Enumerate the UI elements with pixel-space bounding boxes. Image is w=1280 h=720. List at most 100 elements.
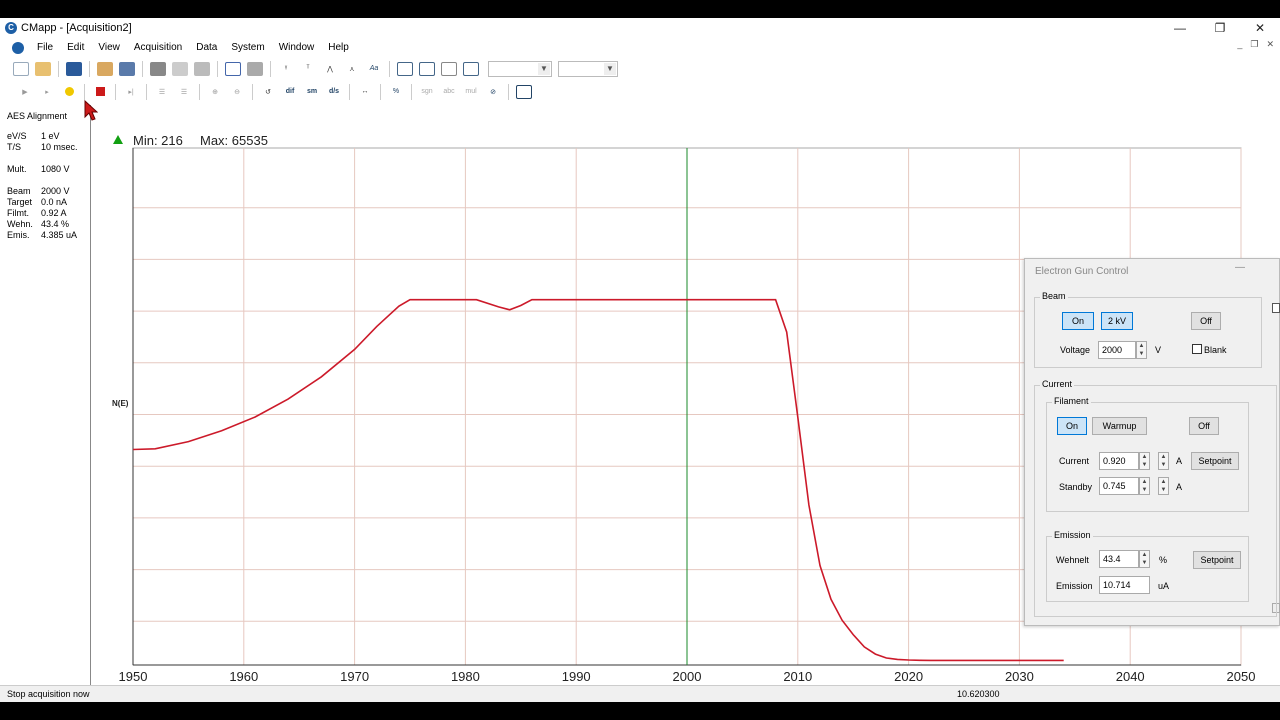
menu-file[interactable]: File <box>30 42 60 53</box>
app-window: C CMapp - [Acquisition2] — ❐ ✕ File Edit… <box>0 18 1280 702</box>
filament-on-button[interactable]: On <box>1057 417 1087 435</box>
copy-icon[interactable] <box>172 61 188 76</box>
calibrate-icon[interactable]: ⊘ <box>485 85 501 99</box>
current-label: Current <box>1059 456 1090 466</box>
filament-off-button[interactable]: Off <box>1189 417 1219 435</box>
info-row: eV/S 1 eV <box>7 131 60 141</box>
wehnelt-input[interactable]: 43.4 <box>1099 550 1139 568</box>
menu-help[interactable]: Help <box>321 42 356 53</box>
x-tick-label: 2010 <box>783 669 812 684</box>
title-bar: C CMapp - [Acquisition2] — ❐ ✕ <box>0 18 1280 38</box>
info-row: Filmt. 0.92 A <box>7 208 67 218</box>
save-icon[interactable] <box>66 61 82 76</box>
info-row: Target 0.0 nA <box>7 197 68 207</box>
current-fine-spinner[interactable]: ▲ ▼ <box>1158 452 1169 470</box>
shift-icon[interactable]: ↔ <box>357 85 373 99</box>
mdi-document-icon[interactable] <box>12 41 24 54</box>
filament-setpoint-button[interactable]: Setpoint <box>1191 452 1239 470</box>
menu-view[interactable]: View <box>91 42 127 53</box>
main-toolbar: ᵞ ᵀ ⋀ ⋏ Aa ▼ ▼ <box>0 57 1280 80</box>
export-icon[interactable] <box>119 61 135 76</box>
menu-system[interactable]: System <box>224 42 271 53</box>
image-icon[interactable] <box>419 61 435 76</box>
peak-fit-icon[interactable]: ⋏ <box>344 62 360 76</box>
layout-icon[interactable] <box>247 61 263 76</box>
abc-icon[interactable]: abc <box>441 85 457 99</box>
dialog-minimize-button[interactable]: — <box>1235 262 1245 273</box>
list-icon[interactable]: ☰ <box>154 85 170 99</box>
current-spinner[interactable]: ▲ ▼ <box>1139 452 1150 470</box>
zoom-out-icon[interactable]: ⊖ <box>229 85 245 99</box>
mdi-restore-button[interactable]: ❐ <box>1250 39 1258 50</box>
standby-fine-spinner[interactable]: ▲ ▼ <box>1158 477 1169 495</box>
info-row: Beam 2000 V <box>7 186 70 196</box>
mdi-minimize-button[interactable]: _ <box>1237 39 1242 50</box>
window-title: CMapp - [Acquisition2] <box>21 22 132 34</box>
stop-acquisition-icon[interactable] <box>92 85 108 99</box>
beam-off-button[interactable]: Off <box>1191 312 1221 330</box>
report-icon[interactable] <box>225 61 241 76</box>
y-axis-label: N(E) <box>112 399 129 408</box>
new-file-icon[interactable] <box>13 61 29 76</box>
peak-marker-icon[interactable]: ⋀ <box>322 62 338 76</box>
view-combo[interactable]: ▼ <box>488 60 552 77</box>
standby-spinner[interactable]: ▲ ▼ <box>1139 477 1150 495</box>
keyboard-icon[interactable] <box>516 84 532 99</box>
maximize-button[interactable]: ❐ <box>1200 18 1240 38</box>
beam-on-button[interactable]: On <box>1062 312 1094 330</box>
graph-icon[interactable] <box>397 61 413 76</box>
standby-input[interactable]: 0.745 <box>1099 477 1139 495</box>
blank-checkbox[interactable] <box>1192 344 1202 354</box>
open-folder-icon[interactable] <box>35 61 51 76</box>
filament-group-label: Filament <box>1052 396 1091 406</box>
ds-icon[interactable]: d/s <box>326 85 342 99</box>
wehnelt-spinner[interactable]: ▲ ▼ <box>1139 550 1150 568</box>
mul-icon[interactable]: mul <box>463 85 479 99</box>
list2-icon[interactable]: ☰ <box>176 85 192 99</box>
menu-window[interactable]: Window <box>272 42 322 53</box>
menu-edit[interactable]: Edit <box>60 42 91 53</box>
start-play-icon[interactable]: ▶ <box>17 85 33 99</box>
current-input[interactable]: 0.920 <box>1099 452 1139 470</box>
menu-acquisition[interactable]: Acquisition <box>127 42 189 53</box>
step-forward-icon[interactable]: ▸ <box>39 85 55 99</box>
x-tick-label: 2050 <box>1227 669 1256 684</box>
peak-label-icon[interactable]: ᵞ <box>278 62 294 76</box>
filament-warmup-button[interactable]: Warmup <box>1092 417 1147 435</box>
mdi-close-button[interactable]: ✕ <box>1266 39 1274 50</box>
screen: C CMapp - [Acquisition2] — ❐ ✕ File Edit… <box>0 0 1280 720</box>
undo-icon[interactable]: ↺ <box>260 85 276 99</box>
zoom-in-icon[interactable]: ⊕ <box>207 85 223 99</box>
close-button[interactable]: ✕ <box>1240 18 1280 38</box>
sgn-icon[interactable]: sgn <box>419 85 435 99</box>
emission-setpoint-button[interactable]: Setpoint <box>1193 551 1241 569</box>
import-icon[interactable] <box>97 61 113 76</box>
text-annotation-icon[interactable]: Aa <box>366 62 382 76</box>
next-icon[interactable]: ▸| <box>123 85 139 99</box>
paste-icon[interactable] <box>194 61 210 76</box>
minimize-button[interactable]: — <box>1160 18 1200 38</box>
app-icon: C <box>5 22 17 34</box>
percent-icon[interactable]: % <box>388 85 404 99</box>
menu-data[interactable]: Data <box>189 42 224 53</box>
scale-combo[interactable]: ▼ <box>558 60 618 77</box>
acquisition-toolbar: ▶ ▸ ▸| ☰ ☰ ⊕ ⊖ ↺ dif sm d/s ↔ % sgn abc … <box>0 80 1280 103</box>
current-group-label: Current <box>1040 379 1075 389</box>
peak-list-icon[interactable]: ᵀ <box>300 62 316 76</box>
current-unit: A <box>1176 456 1183 466</box>
overlay-icon[interactable] <box>463 61 479 76</box>
voltage-input[interactable]: 2000 <box>1098 341 1136 359</box>
x-tick-label: 2020 <box>894 669 923 684</box>
beam-2kv-button[interactable]: 2 kV <box>1101 312 1133 330</box>
print-icon[interactable] <box>150 61 166 76</box>
standby-unit: A <box>1176 482 1183 492</box>
wehnelt-label: Wehnelt <box>1056 555 1089 565</box>
dif-icon[interactable]: dif <box>282 85 298 99</box>
edge-checkbox[interactable] <box>1272 303 1280 313</box>
emission-label: Emission <box>1056 581 1093 591</box>
smooth-icon[interactable]: sm <box>304 85 320 99</box>
map-icon[interactable] <box>441 61 457 76</box>
x-tick-label: 2030 <box>1005 669 1034 684</box>
voltage-spinner[interactable]: ▲ ▼ <box>1136 341 1147 359</box>
pause-yellow-icon[interactable] <box>61 85 77 99</box>
